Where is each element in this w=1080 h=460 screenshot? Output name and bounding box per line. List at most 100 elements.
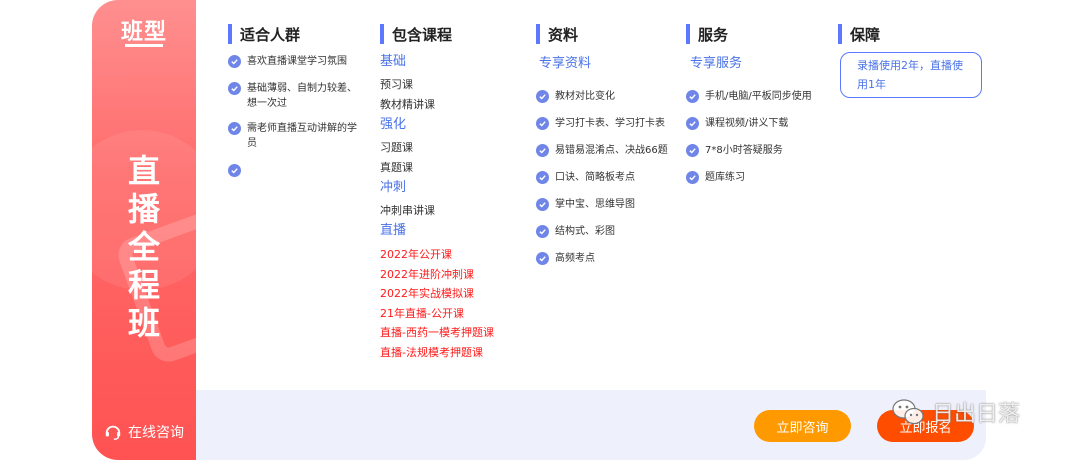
list-item: 7*8小时答疑服务 bbox=[686, 143, 826, 158]
materials-header: 资料 bbox=[536, 24, 676, 44]
material-item-text: 教材对比变化 bbox=[555, 91, 615, 102]
guarantee-title: 保障 bbox=[850, 25, 881, 44]
list-item: 手机/电脑/平板同步使用 bbox=[686, 89, 826, 104]
check-icon bbox=[228, 164, 241, 177]
list-item: 教材对比变化 bbox=[536, 89, 676, 104]
check-icon bbox=[536, 225, 549, 238]
action-footer bbox=[196, 390, 986, 460]
live-course-item[interactable]: 2022年进阶冲刺课 bbox=[380, 265, 530, 285]
online-consult-link[interactable]: 在线咨询 bbox=[104, 422, 184, 442]
service-item-text: 课程视频/讲义下载 bbox=[705, 118, 789, 129]
audience-title: 适合人群 bbox=[240, 25, 301, 44]
list-item: 结构式、彩图 bbox=[536, 224, 676, 239]
list-item: 题库练习 bbox=[686, 170, 826, 185]
check-icon bbox=[228, 55, 241, 68]
material-item-text: 口诀、简略板考点 bbox=[555, 172, 635, 183]
service-item-text: 7*8小时答疑服务 bbox=[705, 145, 783, 156]
live-course-item[interactable]: 21年直播-公开课 bbox=[380, 304, 530, 324]
course-group-basic: 基础 bbox=[380, 54, 407, 69]
check-icon bbox=[686, 117, 699, 130]
header-accent-bar bbox=[536, 24, 540, 44]
list-item: 学习打卡表、学习打卡表 bbox=[536, 116, 676, 131]
service-item-text: 题库练习 bbox=[705, 172, 745, 183]
material-item-text: 学习打卡表、学习打卡表 bbox=[555, 118, 665, 129]
courses-header: 包含课程 bbox=[380, 24, 530, 44]
course-item: 预习课 bbox=[380, 78, 413, 91]
check-icon bbox=[536, 171, 549, 184]
list-item bbox=[228, 163, 358, 177]
audience-list: 喜欢直播课堂学习氛围 基础薄弱、自制力较差、想一次过 需老师直播互动讲解的学员 bbox=[228, 54, 358, 177]
live-course-item[interactable]: 直播-西药一模考押题课 bbox=[380, 323, 530, 343]
list-item: 基础薄弱、自制力较差、想一次过 bbox=[228, 81, 358, 111]
header-accent-bar bbox=[686, 24, 690, 44]
material-item-text: 高频考点 bbox=[555, 253, 595, 264]
material-item-text: 易错易混淆点、决战66题 bbox=[555, 145, 668, 156]
service-item-text: 手机/电脑/平板同步使用 bbox=[705, 91, 812, 102]
course-group-sprint: 冲刺 bbox=[380, 180, 407, 195]
header-accent-bar bbox=[380, 24, 384, 44]
check-icon bbox=[686, 90, 699, 103]
wechat-icon bbox=[892, 399, 924, 425]
list-item: 易错易混淆点、决战66题 bbox=[536, 143, 676, 158]
audience-column: 适合人群 喜欢直播课堂学习氛围 基础薄弱、自制力较差、想一次过 需老师直播互动讲… bbox=[228, 24, 358, 177]
online-consult-label: 在线咨询 bbox=[128, 425, 184, 441]
course-item: 真题课 bbox=[380, 161, 413, 174]
services-title: 服务 bbox=[698, 25, 729, 44]
material-item-text: 结构式、彩图 bbox=[555, 226, 615, 237]
class-name-char: 程 bbox=[127, 266, 160, 304]
watermark-text: 日出日落 bbox=[932, 402, 1021, 427]
list-item: 喜欢直播课堂学习氛围 bbox=[228, 54, 358, 69]
list-item: 掌中宝、思维导图 bbox=[536, 197, 676, 212]
live-course-item[interactable]: 2022年公开课 bbox=[380, 245, 530, 265]
class-type-card: 班型 直 播 全 程 班 在线咨询 bbox=[92, 0, 196, 460]
audience-item-text: 喜欢直播课堂学习氛围 bbox=[247, 56, 347, 67]
services-header: 服务 bbox=[686, 24, 826, 44]
course-item: 教材精讲课 bbox=[380, 98, 435, 111]
class-name-char: 全 bbox=[127, 228, 160, 266]
course-item: 习题课 bbox=[380, 141, 413, 154]
header-accent-bar bbox=[838, 24, 842, 44]
check-icon bbox=[686, 144, 699, 157]
class-name-char: 直 bbox=[127, 152, 160, 190]
headset-icon bbox=[105, 425, 121, 440]
check-icon bbox=[228, 82, 241, 95]
check-icon bbox=[536, 144, 549, 157]
course-group-live: 直播 bbox=[380, 223, 407, 238]
check-icon bbox=[686, 171, 699, 184]
live-course-item[interactable]: 直播-法规模考押题课 bbox=[380, 343, 530, 363]
course-item: 冲刺串讲课 bbox=[380, 204, 435, 217]
material-item-text: 掌中宝、思维导图 bbox=[555, 199, 635, 210]
course-list: 基础 预习课 教材精讲课 强化 习题课 真题课 冲刺 冲刺串讲课 直播 2022… bbox=[380, 52, 530, 362]
class-name-char: 班 bbox=[127, 304, 160, 342]
audience-item-text: 需老师直播互动讲解的学员 bbox=[247, 123, 357, 149]
check-icon bbox=[228, 122, 241, 135]
guarantee-column: 保障 录播使用2年，直播使用1年 bbox=[838, 24, 988, 98]
class-name-vertical: 直 播 全 程 班 bbox=[92, 152, 196, 342]
header-accent-bar bbox=[228, 24, 232, 44]
class-type-underline bbox=[125, 44, 163, 47]
materials-list: 教材对比变化 学习打卡表、学习打卡表 易错易混淆点、决战66题 口诀、简略板考点… bbox=[536, 89, 676, 266]
class-type-label: 班型 bbox=[120, 20, 167, 45]
consult-now-button[interactable]: 立即咨询 bbox=[754, 410, 851, 442]
list-item: 需老师直播互动讲解的学员 bbox=[228, 121, 358, 151]
guarantee-box: 录播使用2年，直播使用1年 bbox=[840, 52, 982, 98]
courses-title: 包含课程 bbox=[392, 25, 453, 44]
audience-header: 适合人群 bbox=[228, 24, 358, 44]
list-item: 高频考点 bbox=[536, 251, 676, 266]
course-group-strengthen: 强化 bbox=[380, 117, 407, 132]
check-icon bbox=[536, 90, 549, 103]
guarantee-header: 保障 bbox=[838, 24, 988, 44]
check-icon bbox=[536, 117, 549, 130]
check-icon bbox=[536, 252, 549, 265]
materials-title: 资料 bbox=[548, 25, 579, 44]
materials-subtitle: 专享资料 bbox=[539, 56, 592, 71]
services-subtitle: 专享服务 bbox=[690, 56, 743, 71]
services-column: 服务 专享服务 手机/电脑/平板同步使用 课程视频/讲义下载 7*8小时答疑服务… bbox=[686, 24, 826, 185]
materials-column: 资料 专享资料 教材对比变化 学习打卡表、学习打卡表 易错易混淆点、决战66题 … bbox=[536, 24, 676, 266]
live-course-item[interactable]: 2022年实战模拟课 bbox=[380, 284, 530, 304]
courses-column: 包含课程 基础 预习课 教材精讲课 强化 习题课 真题课 冲刺 冲刺串讲课 直播… bbox=[380, 24, 530, 362]
list-item: 口诀、简略板考点 bbox=[536, 170, 676, 185]
watermark: 日出日落 bbox=[890, 396, 1020, 428]
check-icon bbox=[536, 198, 549, 211]
list-item: 课程视频/讲义下载 bbox=[686, 116, 826, 131]
